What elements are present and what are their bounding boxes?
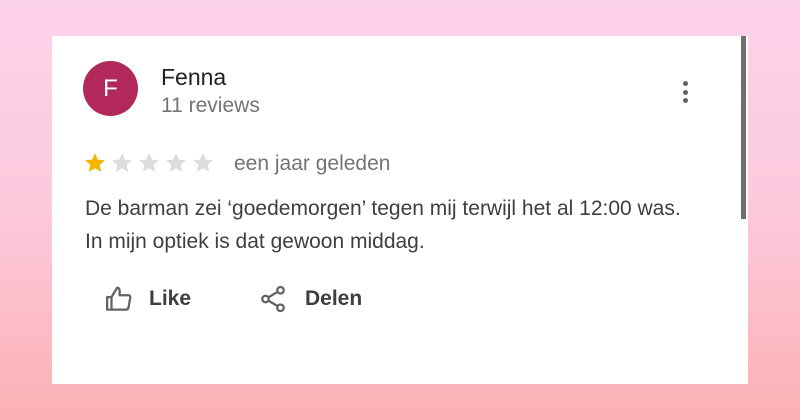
more-vert-icon-dot bbox=[682, 81, 688, 86]
star-empty-icon bbox=[110, 151, 134, 177]
review-time: een jaar geleden bbox=[234, 152, 391, 175]
share-button[interactable]: Delen bbox=[258, 284, 362, 314]
star-empty-icon bbox=[164, 151, 188, 177]
share-label: Delen bbox=[305, 287, 363, 310]
like-label: Like bbox=[149, 287, 192, 310]
avatar-initial: F bbox=[103, 74, 118, 102]
avatar[interactable]: F bbox=[83, 61, 138, 116]
scrollbar[interactable] bbox=[741, 36, 748, 356]
star-filled-icon bbox=[83, 151, 107, 177]
more-vert-icon-dot bbox=[682, 98, 688, 103]
author-review-count: 11 reviews bbox=[161, 94, 260, 117]
share-icon bbox=[261, 285, 285, 313]
star-rating bbox=[83, 151, 215, 177]
more-options-button[interactable] bbox=[674, 78, 696, 106]
star-empty-icon bbox=[191, 151, 215, 177]
scrollbar-thumb[interactable] bbox=[741, 36, 746, 219]
review-text: De barman zei ‘goedemorgen’ tegen mij te… bbox=[85, 197, 681, 253]
thumb-up-icon bbox=[106, 286, 132, 311]
star-empty-icon bbox=[137, 151, 161, 177]
author-name[interactable]: Fenna bbox=[161, 64, 226, 91]
more-vert-icon-dot bbox=[682, 89, 688, 95]
like-button[interactable]: Like bbox=[104, 284, 191, 314]
